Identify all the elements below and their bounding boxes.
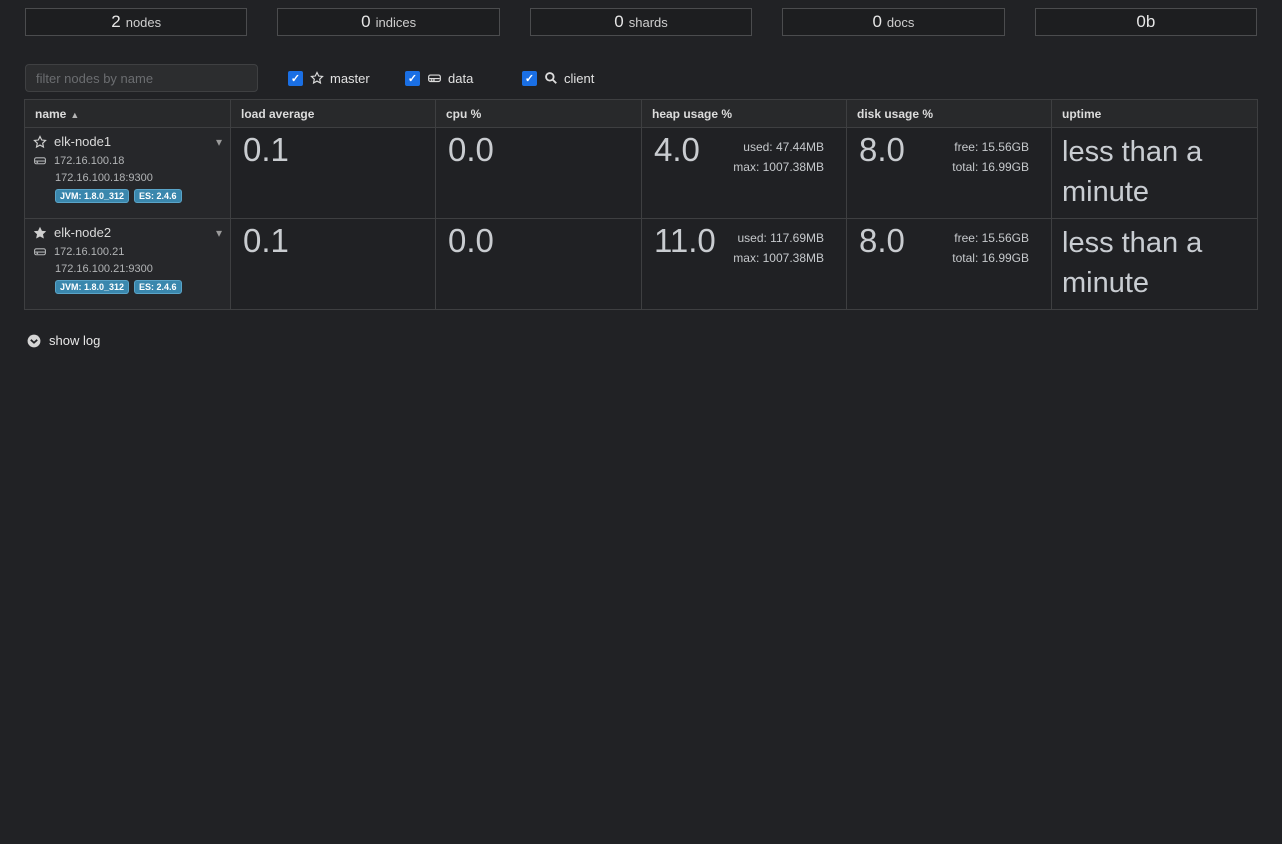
filter-client-toggle[interactable]: ✓ client: [522, 71, 609, 86]
column-header-disk[interactable]: disk usage %: [847, 100, 1052, 128]
stat-size-value: 0b: [1136, 12, 1155, 32]
filter-data-label: data: [448, 71, 473, 86]
table-header-row: name ▲ load average cpu % heap usage % di…: [25, 100, 1258, 128]
heap-cell: 4.0 used: 47.44MB max: 1007.38MB: [642, 128, 847, 219]
filter-data-toggle[interactable]: ✓ data: [405, 71, 492, 86]
stat-indices-label: indices: [376, 15, 416, 30]
column-heap-label: heap usage %: [652, 107, 732, 121]
column-disk-label: disk usage %: [857, 107, 933, 121]
star-filled-icon: [33, 226, 47, 240]
load-average-cell: 0.1: [231, 128, 436, 219]
hdd-icon: [427, 71, 442, 85]
jvm-version-badge: JVM: 1.8.0_312: [55, 280, 129, 294]
node-dropdown-caret-icon[interactable]: ▾: [216, 227, 222, 239]
filter-row: ✓ master ✓ data ✓ client: [0, 64, 1282, 92]
heap-used: used: 47.44MB: [733, 137, 824, 157]
column-name-label: name: [35, 107, 66, 121]
table-row: elk-node2 ▾ 172.16.100.21 172.16.100.21:…: [25, 219, 1258, 310]
jvm-version-badge: JVM: 1.8.0_312: [55, 189, 129, 203]
heap-used: used: 117.69MB: [733, 228, 824, 248]
heap-percent-value: 4.0: [642, 128, 700, 177]
stat-nodes: 2 nodes: [25, 8, 247, 36]
load-average-cell: 0.1: [231, 219, 436, 310]
sort-asc-icon: ▲: [70, 110, 79, 120]
data-checkbox[interactable]: ✓: [405, 71, 420, 86]
nodes-table: name ▲ load average cpu % heap usage % di…: [24, 99, 1258, 310]
cpu-cell: 0.0: [436, 128, 642, 219]
disk-free: free: 15.56GB: [952, 137, 1029, 157]
disk-percent-value: 8.0: [847, 219, 905, 268]
node-dropdown-caret-icon[interactable]: ▾: [216, 136, 222, 148]
disk-cell: 8.0 free: 15.56GB total: 16.99GB: [847, 128, 1052, 219]
stat-shards: 0 shards: [530, 8, 752, 36]
star-icon: [310, 71, 324, 85]
master-checkbox[interactable]: ✓: [288, 71, 303, 86]
disk-cell: 8.0 free: 15.56GB total: 16.99GB: [847, 219, 1052, 310]
stat-nodes-label: nodes: [126, 15, 161, 30]
heap-percent-value: 11.0: [642, 219, 716, 268]
node-name: elk-node2: [54, 225, 111, 240]
disk-total: total: 16.99GB: [952, 248, 1029, 268]
search-icon: [544, 71, 558, 85]
column-header-name[interactable]: name ▲: [25, 100, 231, 128]
disk-percent-value: 8.0: [847, 128, 905, 177]
chevron-circle-down-icon: [27, 334, 41, 348]
stat-indices-value: 0: [361, 12, 370, 32]
show-log-button[interactable]: show log: [27, 333, 1282, 348]
filter-master-toggle[interactable]: ✓ master: [288, 71, 375, 86]
node-name-cell: elk-node1 ▾ 172.16.100.18 172.16.100.18:…: [25, 128, 231, 219]
stat-shards-value: 0: [614, 12, 623, 32]
table-row: elk-node1 ▾ 172.16.100.18 172.16.100.18:…: [25, 128, 1258, 219]
heap-max: max: 1007.38MB: [733, 157, 824, 177]
column-header-heap[interactable]: heap usage %: [642, 100, 847, 128]
es-version-badge: ES: 2.4.6: [134, 280, 182, 294]
stat-docs-label: docs: [887, 15, 914, 30]
stat-shards-label: shards: [629, 15, 668, 30]
heap-cell: 11.0 used: 117.69MB max: 1007.38MB: [642, 219, 847, 310]
column-header-load-average[interactable]: load average: [231, 100, 436, 128]
es-version-badge: ES: 2.4.6: [134, 189, 182, 203]
disk-free: free: 15.56GB: [952, 228, 1029, 248]
uptime-value: less than a minute: [1052, 128, 1257, 212]
hdd-icon: [33, 245, 47, 258]
show-log-label: show log: [49, 333, 100, 348]
column-uptime-label: uptime: [1062, 107, 1101, 121]
load-average-value: 0.1: [231, 219, 435, 259]
cpu-value: 0.0: [436, 128, 641, 168]
cpu-value: 0.0: [436, 219, 641, 259]
column-header-cpu[interactable]: cpu %: [436, 100, 642, 128]
star-outline-icon: [33, 135, 47, 149]
filter-master-label: master: [330, 71, 370, 86]
client-checkbox[interactable]: ✓: [522, 71, 537, 86]
load-average-value: 0.1: [231, 128, 435, 168]
uptime-cell: less than a minute: [1052, 219, 1258, 310]
node-transport-address: 172.16.100.18:9300: [33, 172, 222, 184]
filter-client-label: client: [564, 71, 594, 86]
node-address: 172.16.100.21: [54, 246, 124, 258]
node-name: elk-node1: [54, 134, 111, 149]
cluster-stats-row: 2 nodes 0 indices 0 shards 0 docs 0b: [0, 0, 1282, 36]
stat-docs: 0 docs: [782, 8, 1004, 36]
filter-nodes-input[interactable]: [25, 64, 258, 92]
uptime-cell: less than a minute: [1052, 128, 1258, 219]
uptime-value: less than a minute: [1052, 219, 1257, 303]
node-transport-address: 172.16.100.21:9300: [33, 263, 222, 275]
heap-max: max: 1007.38MB: [733, 248, 824, 268]
disk-total: total: 16.99GB: [952, 157, 1029, 177]
node-address: 172.16.100.18: [54, 155, 124, 167]
cpu-cell: 0.0: [436, 219, 642, 310]
stat-size: 0b: [1035, 8, 1257, 36]
node-name-cell: elk-node2 ▾ 172.16.100.21 172.16.100.21:…: [25, 219, 231, 310]
column-load-label: load average: [241, 107, 314, 121]
column-header-uptime[interactable]: uptime: [1052, 100, 1258, 128]
stat-indices: 0 indices: [277, 8, 499, 36]
stat-nodes-value: 2: [111, 12, 120, 32]
stat-docs-value: 0: [872, 12, 881, 32]
hdd-icon: [33, 154, 47, 167]
column-cpu-label: cpu %: [446, 107, 481, 121]
